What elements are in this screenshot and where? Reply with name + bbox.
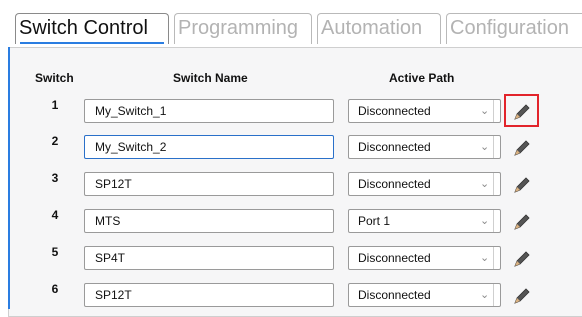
select-divider [493, 136, 494, 158]
active-path-value: Disconnected [358, 177, 431, 191]
select-divider [493, 173, 494, 195]
switch-name-input[interactable]: SP4T [84, 246, 334, 270]
active-path-value: Disconnected [358, 104, 431, 118]
active-path-select[interactable]: Disconnected ⌄ [348, 172, 501, 196]
tab-configuration[interactable]: Configuration [446, 13, 582, 44]
tab-label: Automation [321, 17, 423, 39]
header-switch-name: Switch Name [173, 71, 248, 85]
active-path-select[interactable]: Disconnected ⌄ [348, 135, 501, 159]
switch-number: 1 [51, 98, 59, 112]
tab-label: Configuration [450, 17, 569, 39]
switch-number: 2 [51, 134, 59, 148]
pencil-icon[interactable] [511, 211, 533, 233]
active-path-select[interactable]: Port 1 ⌄ [348, 209, 501, 233]
pencil-icon[interactable] [511, 174, 533, 196]
chevron-down-icon: ⌄ [480, 215, 490, 227]
select-divider [493, 284, 494, 306]
switch-name-input[interactable]: MTS [84, 209, 334, 233]
pencil-icon[interactable] [511, 248, 533, 270]
active-path-select[interactable]: Disconnected ⌄ [348, 99, 501, 123]
switch-number: 3 [51, 171, 59, 185]
active-tab-indicator [20, 42, 164, 44]
switch-name-input[interactable]: SP12T [84, 172, 334, 196]
tab-label: Programming [178, 17, 299, 39]
select-divider [493, 210, 494, 232]
select-divider [493, 247, 494, 269]
active-path-select[interactable]: Disconnected ⌄ [348, 246, 501, 270]
tab-bar: Switch Control Programming Automation Co… [0, 0, 582, 46]
active-path-select[interactable]: Disconnected ⌄ [348, 283, 501, 307]
chevron-down-icon: ⌄ [480, 105, 490, 117]
tab-programming[interactable]: Programming [174, 13, 312, 44]
tab-automation[interactable]: Automation [317, 13, 441, 44]
panel-left-accent [8, 47, 10, 309]
header-switch: Switch [35, 71, 74, 85]
edit-highlight-box [504, 94, 539, 127]
switch-name-input[interactable]: My_Switch_2 [84, 135, 334, 159]
switch-name-input[interactable]: My_Switch_1 [84, 99, 334, 123]
switch-name-input[interactable]: SP12T [84, 283, 334, 307]
switch-number: 5 [51, 245, 59, 259]
switch-number: 4 [51, 208, 59, 222]
chevron-down-icon: ⌄ [480, 289, 490, 301]
active-path-value: Port 1 [358, 214, 391, 228]
chevron-down-icon: ⌄ [480, 252, 490, 264]
pencil-icon[interactable] [511, 137, 533, 159]
chevron-down-icon: ⌄ [480, 178, 490, 190]
active-path-value: Disconnected [358, 251, 431, 265]
tab-label: Switch Control [19, 17, 148, 39]
active-path-value: Disconnected [358, 288, 431, 302]
select-divider [493, 100, 494, 122]
switch-number: 6 [51, 282, 59, 296]
pencil-icon[interactable] [511, 285, 533, 307]
header-active-path: Active Path [389, 71, 455, 85]
chevron-down-icon: ⌄ [480, 141, 490, 153]
active-path-value: Disconnected [358, 140, 431, 154]
tab-switch-control[interactable]: Switch Control [15, 13, 169, 44]
